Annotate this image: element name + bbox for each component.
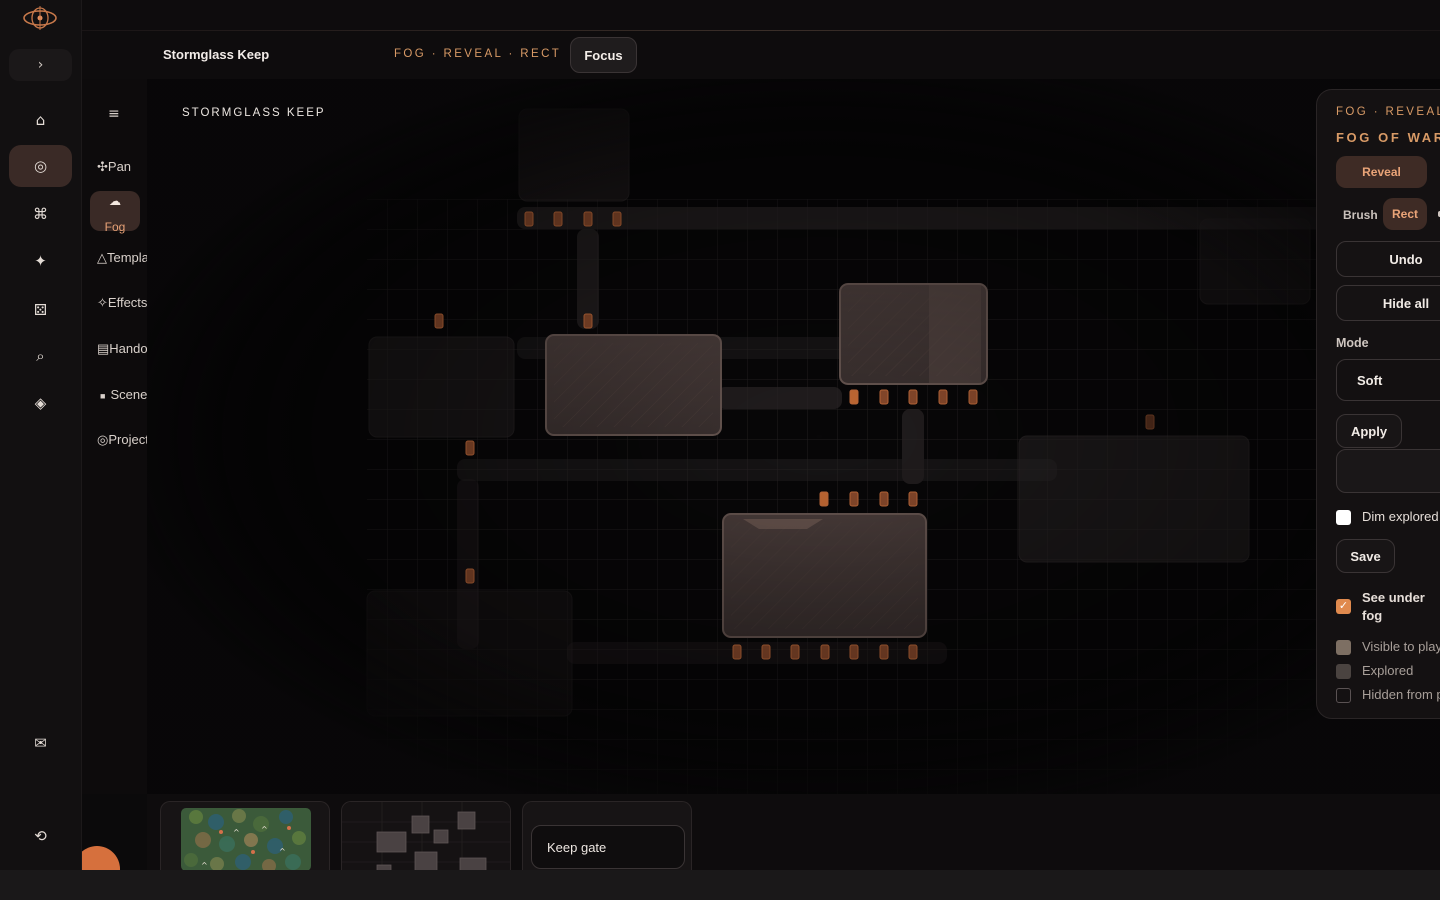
breadcrumb: FOG · REVEAL · RECT	[394, 48, 562, 60]
save-button[interactable]: Save	[1336, 539, 1395, 573]
cloud-icon: ☁	[109, 194, 121, 208]
legend-explored-label: Explored	[1362, 663, 1414, 678]
mode-label: Mode	[1336, 336, 1369, 350]
svg-text:^: ^	[233, 828, 240, 837]
fog-panel: FOG · REVEAL FOG OF WAR Reveal Brush Rec…	[1316, 89, 1440, 719]
dim-explored-checkbox[interactable]	[1336, 510, 1351, 525]
sparkle-icon: ✧	[97, 295, 108, 310]
hide-all-button[interactable]: Hide all	[1336, 285, 1440, 321]
dice-icon[interactable]: ⚄	[9, 289, 72, 331]
chevron-right-icon[interactable]: ›	[9, 49, 72, 81]
fog-input-field[interactable]	[1336, 449, 1440, 493]
app-logo-icon[interactable]	[22, 3, 58, 31]
see-under-fog-label: See under fog	[1362, 590, 1425, 623]
tool-scenes[interactable]: ■ Scenes	[97, 387, 154, 402]
triangle-icon: △	[97, 250, 107, 265]
legend-visible-label: Visible to players	[1362, 639, 1440, 654]
tool-effects[interactable]: ✧Effects	[97, 295, 147, 311]
panel-breadcrumb: FOG · REVEAL	[1336, 106, 1440, 118]
scene-thumb-keep[interactable]	[341, 801, 511, 870]
rect-option[interactable]: Rect	[1383, 198, 1427, 230]
keep-map-thumbnail	[342, 802, 510, 870]
map-view	[147, 79, 1440, 794]
legend-swatch-explored	[1336, 664, 1351, 679]
svg-text:^: ^	[261, 825, 268, 834]
target-icon[interactable]: ◎	[9, 145, 72, 187]
panel-title: FOG OF WAR	[1336, 130, 1440, 145]
dim-explored-label: Dim explored	[1362, 509, 1439, 524]
command-icon[interactable]: ⌘	[9, 193, 72, 235]
map-name: STORMGLASS KEEP	[182, 107, 326, 119]
history-icon[interactable]: ⟲	[9, 815, 72, 857]
tool-sidebar: ≡ ✣Pan ☁ Fog △Template ✧Effects ▤Handout…	[82, 79, 160, 794]
hex-map-thumbnail: ^ ^ ^ ^	[181, 808, 311, 870]
legend-swatch-visible	[1336, 640, 1351, 655]
top-divider	[82, 30, 1440, 31]
diamond-icon[interactable]: ◈	[9, 382, 72, 424]
hamburger-menu-icon[interactable]: ≡	[108, 106, 120, 122]
square-icon: ■	[100, 391, 106, 401]
see-under-fog-checkbox[interactable]: ✓	[1336, 599, 1351, 614]
scene-thumb-hexmap[interactable]: ^ ^ ^ ^	[160, 801, 330, 870]
bottom-bar	[0, 870, 1440, 900]
tool-pan[interactable]: ✣Pan	[97, 159, 131, 175]
top-bar: Stormglass Keep FOG · REVEAL · RECT Focu…	[82, 0, 1440, 79]
search-icon[interactable]: ⌕	[9, 335, 72, 377]
move-icon: ✣	[97, 159, 108, 174]
scene-tray: ^ ^ ^ ^ Keep gate	[147, 794, 1440, 870]
legend-hidden-label: Hidden from players	[1362, 687, 1440, 702]
app-rail: › ⌂ ◎ ⌘ ✦ ⚄ ⌕ ◈ ✉ ⟲	[0, 0, 82, 870]
tool-label: Pan	[107, 159, 132, 174]
fog-vignette	[147, 79, 1440, 794]
svg-text:^: ^	[279, 847, 286, 856]
sparkle-icon[interactable]: ✦	[9, 240, 72, 282]
svg-text:^: ^	[201, 861, 208, 870]
user-avatar[interactable]	[82, 846, 120, 870]
tool-label: Fog	[104, 220, 126, 234]
projector-icon: ◎	[97, 432, 109, 447]
brush-option[interactable]: Brush	[1343, 208, 1378, 222]
apply-button[interactable]: Apply	[1336, 414, 1402, 448]
mail-icon[interactable]: ✉	[9, 722, 72, 764]
undo-button[interactable]: Undo	[1336, 241, 1440, 277]
tool-label: Effects	[107, 295, 148, 310]
home-icon[interactable]: ⌂	[9, 99, 72, 141]
tool-fog[interactable]: ☁ Fog	[90, 191, 140, 234]
document-icon: ▤	[97, 341, 110, 356]
mode-select[interactable]: Soft	[1336, 359, 1440, 401]
map-canvas[interactable]: STORMGLASS KEEP	[147, 79, 1440, 794]
reveal-button[interactable]: Reveal	[1336, 156, 1427, 188]
legend-swatch-hidden	[1336, 688, 1351, 703]
page-title: Stormglass Keep	[163, 47, 270, 62]
focus-button[interactable]: Focus	[570, 37, 637, 73]
scene-name-input[interactable]: Keep gate	[531, 825, 685, 869]
